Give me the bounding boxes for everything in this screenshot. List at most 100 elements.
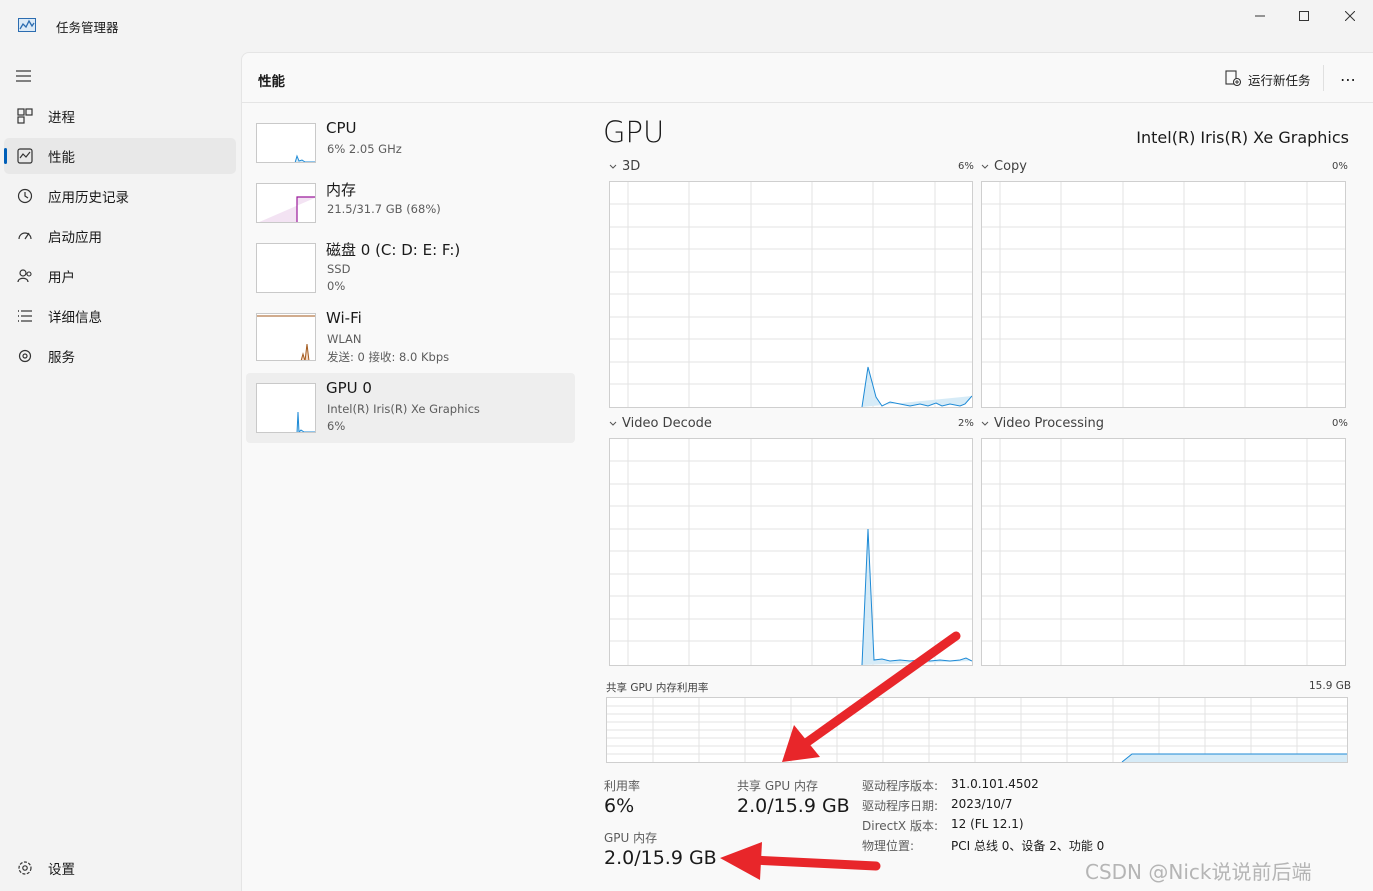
maximize-button[interactable] (1281, 4, 1327, 28)
users-icon (16, 267, 34, 285)
run-new-task-button[interactable]: 运行新任务 (1225, 69, 1311, 89)
sidebar-item-label: 进程 (48, 110, 75, 126)
sidebar-item-processes[interactable]: 进程 (4, 98, 236, 134)
graph-video-decode (609, 438, 973, 666)
graph-video-processing (981, 438, 1346, 666)
minimize-button[interactable] (1237, 4, 1283, 28)
engine-percent: 6% (958, 161, 974, 172)
chevron-down-icon (609, 416, 617, 431)
chevron-down-icon (609, 159, 617, 174)
device-item-disk[interactable]: 磁盘 0 (C: D: E: F:) SSD 0% (246, 233, 575, 303)
sidebar-item-startup[interactable]: 启动应用 (4, 218, 236, 254)
gpu-thumbnail (256, 383, 316, 433)
sidebar-item-label: 启动应用 (48, 230, 102, 246)
physical-location-key: 物理位置: (862, 839, 915, 853)
engine-percent: 2% (958, 418, 974, 429)
device-name: GPU 0 (326, 379, 372, 397)
device-detail: SSD (327, 262, 351, 276)
device-detail: 6% (327, 419, 346, 433)
directx-version-value: 12 (FL 12.1) (951, 817, 1024, 831)
driver-version-key: 驱动程序版本: (862, 779, 939, 793)
close-button[interactable] (1327, 4, 1373, 28)
run-task-label: 运行新任务 (1248, 72, 1311, 88)
shared-gpu-memory-value: 2.0/15.9 GB (737, 795, 850, 817)
maximize-icon (1299, 11, 1309, 21)
performance-icon (16, 147, 34, 165)
engine-label: 3D (622, 159, 641, 174)
hamburger-menu-button[interactable] (15, 68, 33, 84)
directx-version-key: DirectX 版本: (862, 819, 939, 833)
services-icon (16, 347, 34, 365)
page-title: 性能 (258, 74, 285, 90)
driver-version-value: 31.0.101.4502 (951, 777, 1039, 791)
sidebar-item-label: 用户 (48, 270, 75, 286)
sidebar-item-label: 服务 (48, 350, 75, 366)
device-detail: Intel(R) Iris(R) Xe Graphics (327, 402, 480, 416)
chevron-down-icon (981, 416, 989, 431)
details-icon (16, 307, 34, 325)
more-icon: ⋯ (1340, 69, 1356, 89)
sidebar-item-users[interactable]: 用户 (4, 258, 236, 294)
gpu-memory-value: 2.0/15.9 GB (604, 847, 717, 869)
shared-gpu-memory-label: 共享 GPU 内存 (737, 779, 818, 793)
page-header: 性能 运行新任务 ⋯ (242, 53, 1373, 103)
window-title: 任务管理器 (56, 20, 119, 35)
device-detail: WLAN (327, 332, 362, 346)
device-item-gpu[interactable]: GPU 0 Intel(R) Iris(R) Xe Graphics 6% (246, 373, 575, 443)
startup-icon (16, 227, 34, 245)
engine-percent: 0% (1332, 161, 1348, 172)
chevron-down-icon (981, 159, 989, 174)
utilization-label: 利用率 (604, 779, 641, 793)
sidebar-item-label: 详细信息 (48, 310, 102, 326)
gpu-model-name: Intel(R) Iris(R) Xe Graphics (1136, 128, 1349, 147)
selection-indicator (4, 148, 7, 164)
processes-icon (16, 107, 34, 125)
device-name: 磁盘 0 (C: D: E: F:) (326, 241, 461, 259)
watermark: CSDN @Nick说说前后端 (1085, 860, 1312, 884)
minimize-icon (1255, 11, 1265, 21)
graph-3d (609, 181, 973, 408)
engine-label: Video Decode (622, 416, 712, 431)
device-name: Wi-Fi (326, 309, 362, 327)
task-manager-app-icon (18, 17, 36, 32)
utilization-value: 6% (604, 795, 635, 817)
engine-selector-video-decode[interactable]: Video Decode (609, 416, 712, 431)
engine-label: Video Processing (994, 416, 1104, 431)
sidebar-item-details[interactable]: 详细信息 (4, 298, 236, 334)
history-icon (16, 187, 34, 205)
disk-thumbnail (256, 243, 316, 293)
device-name: CPU (326, 119, 357, 137)
device-item-wifi[interactable]: Wi-Fi WLAN 发送: 0 接收: 8.0 Kbps (246, 303, 575, 373)
sidebar-item-settings[interactable]: 设置 (4, 850, 236, 886)
engine-selector-3d[interactable]: 3D (609, 159, 640, 174)
engine-label: Copy (994, 159, 1027, 174)
close-icon (1345, 11, 1355, 21)
shared-memory-max: 15.9 GB (1309, 680, 1352, 692)
gpu-heading: GPU (603, 115, 665, 149)
title-bar: 任务管理器 (0, 0, 1373, 52)
sidebar-item-app-history[interactable]: 应用历史记录 (4, 178, 236, 214)
wifi-thumbnail (256, 313, 316, 361)
device-detail: 发送: 0 接收: 8.0 Kbps (327, 350, 450, 364)
driver-date-key: 驱动程序日期: (862, 799, 939, 813)
gpu-memory-label: GPU 内存 (604, 831, 658, 845)
header-divider (1323, 65, 1324, 91)
cpu-thumbnail (256, 123, 316, 163)
sidebar-item-label: 性能 (48, 150, 75, 166)
physical-location-value: PCI 总线 0、设备 2、功能 0 (951, 839, 1105, 853)
shared-memory-graph (606, 697, 1348, 763)
graph-3d-svg (610, 182, 972, 407)
sidebar-item-performance[interactable]: 性能 (4, 138, 236, 174)
sidebar-item-label: 应用历史记录 (48, 190, 129, 206)
sidebar-item-services[interactable]: 服务 (4, 338, 236, 374)
settings-label: 设置 (48, 862, 75, 878)
engine-percent: 0% (1332, 418, 1348, 429)
engine-selector-copy[interactable]: Copy (981, 159, 1027, 174)
device-detail: 6% 2.05 GHz (327, 142, 402, 156)
main-panel: 性能 运行新任务 ⋯ CPU 6% 2.05 GHz 内存 21.5/31.7 … (241, 52, 1373, 891)
engine-selector-video-processing[interactable]: Video Processing (981, 416, 1104, 431)
device-detail: 21.5/31.7 GB (68%) (327, 202, 441, 216)
driver-date-value: 2023/10/7 (951, 797, 1013, 811)
shared-memory-chart-label: 共享 GPU 内存利用率 (606, 682, 709, 694)
more-options-button[interactable]: ⋯ (1336, 67, 1360, 91)
